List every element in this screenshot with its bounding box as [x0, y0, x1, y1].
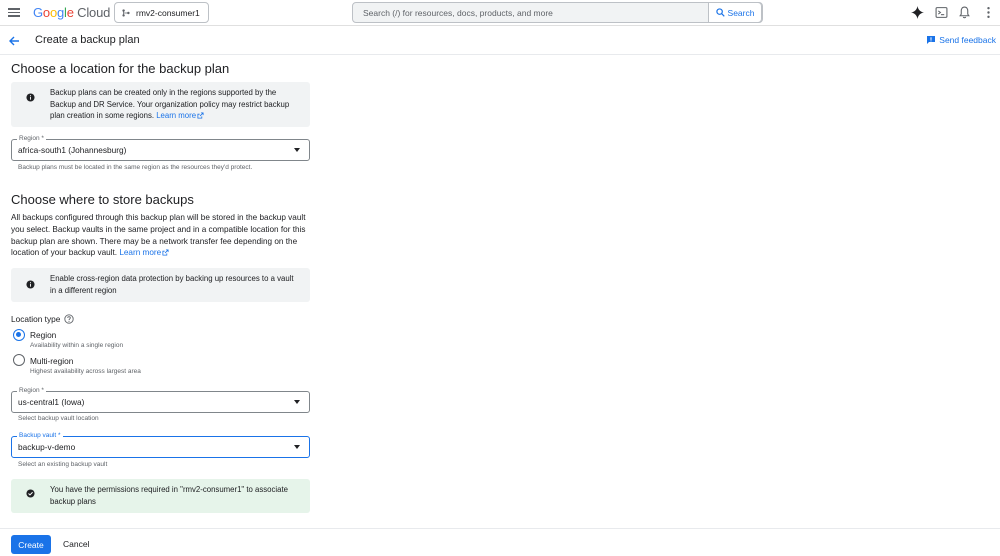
- search-input[interactable]: [354, 4, 710, 21]
- plan-region-hint: Backup plans must be located in the same…: [18, 164, 253, 171]
- permissions-text: You have the permissions required in "rm…: [50, 485, 288, 506]
- cancel-button[interactable]: Cancel: [63, 539, 89, 549]
- feedback-icon: [927, 36, 936, 44]
- info-icon: [26, 93, 35, 102]
- search-icon: [715, 8, 725, 17]
- open-in-new-icon: [162, 249, 169, 256]
- location-type-multi-region-radio[interactable]: [13, 354, 25, 366]
- project-picker-button[interactable]: rmv2-consumer1: [114, 2, 209, 23]
- radio-label-region: Region: [30, 330, 57, 340]
- project-name: rmv2-consumer1: [136, 7, 200, 18]
- help-icon[interactable]: [64, 314, 75, 324]
- backup-vault-select[interactable]: Backup vault * backup-v-demo: [11, 432, 310, 458]
- plan-region-value: africa-south1 (Johannesburg): [18, 145, 127, 155]
- create-button[interactable]: Create: [11, 535, 51, 554]
- notifications-bell-icon[interactable]: [958, 6, 971, 19]
- project-tree-icon: [122, 8, 130, 17]
- location-type-label: Location type: [11, 314, 75, 324]
- dropdown-arrow-icon: [294, 400, 300, 404]
- open-in-new-icon: [197, 112, 204, 119]
- dropdown-arrow-icon: [294, 445, 300, 449]
- search-bar: Search: [352, 2, 763, 23]
- backup-vault-hint: Select an existing backup vault: [18, 461, 108, 468]
- location-type-region-radio[interactable]: [13, 329, 25, 341]
- section-heading-storage: Choose where to store backups: [11, 192, 194, 207]
- dropdown-arrow-icon: [294, 148, 300, 152]
- more-vert-icon[interactable]: [982, 6, 995, 19]
- cross-region-text: Enable cross-region data protection by b…: [50, 274, 294, 295]
- info-icon: [26, 280, 35, 289]
- plan-region-select[interactable]: Region * africa-south1 (Johannesburg): [11, 135, 310, 161]
- check-circle-icon: [26, 489, 35, 498]
- storage-description: All backups configured through this back…: [11, 213, 306, 258]
- region-support-info-box: Backup plans can be created only in the …: [11, 82, 310, 127]
- page-title: Create a backup plan: [35, 34, 140, 46]
- cross-region-info-box: Enable cross-region data protection by b…: [11, 268, 310, 302]
- search-button[interactable]: Search: [708, 2, 762, 23]
- section-heading-location: Choose a location for the backup plan: [11, 61, 230, 76]
- google-cloud-logo[interactable]: Google Cloud: [33, 5, 110, 20]
- send-feedback-button[interactable]: Send feedback: [926, 35, 996, 45]
- vault-region-hint: Select backup vault location: [18, 415, 99, 422]
- radio-desc-multi-region: Highest availability across largest area: [30, 368, 141, 375]
- top-app-bar: Google Cloud rmv2-consumer1 Search: [0, 0, 1000, 26]
- vault-region-select[interactable]: Region * us-central1 (Iowa): [11, 387, 310, 413]
- permissions-success-box: You have the permissions required in "rm…: [11, 479, 310, 513]
- vault-region-value: us-central1 (Iowa): [18, 397, 85, 407]
- radio-label-multi-region: Multi-region: [30, 356, 74, 366]
- learn-more-link-storage[interactable]: Learn more: [119, 248, 169, 257]
- form-footer: Create Cancel: [0, 528, 1000, 556]
- main-menu-icon[interactable]: [8, 6, 20, 18]
- gemini-sparkle-icon[interactable]: [911, 6, 924, 19]
- back-arrow-icon[interactable]: [8, 35, 20, 47]
- page-header: Create a backup plan Send feedback: [0, 27, 1000, 55]
- radio-desc-region: Availability within a single region: [30, 342, 124, 349]
- cloud-shell-terminal-icon[interactable]: [935, 6, 948, 19]
- learn-more-link[interactable]: Learn more: [156, 111, 204, 120]
- backup-vault-value: backup-v-demo: [18, 442, 76, 452]
